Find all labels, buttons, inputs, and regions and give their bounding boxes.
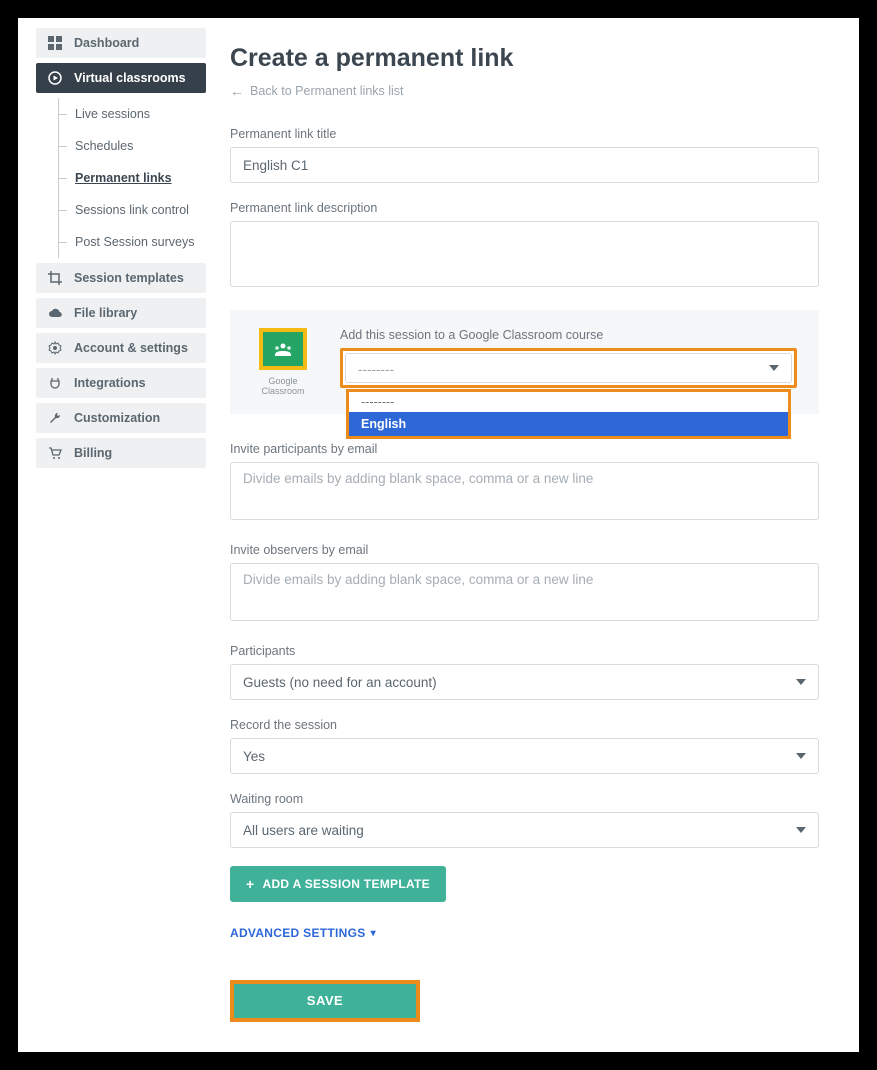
cart-icon	[48, 446, 62, 460]
advanced-settings-label: ADVANCED SETTINGS	[230, 926, 366, 940]
advanced-settings-toggle[interactable]: ADVANCED SETTINGS ▾	[230, 926, 376, 940]
save-button[interactable]: SAVE	[234, 984, 416, 1018]
add-template-label: ADD A SESSION TEMPLATE	[262, 877, 430, 891]
participants-label: Participants	[230, 644, 819, 658]
invite-participants-input[interactable]	[230, 462, 819, 520]
sidebar-item-customization[interactable]: Customization	[36, 403, 206, 433]
sidebar-item-label: Customization	[74, 411, 160, 425]
invite-observers-label: Invite observers by email	[230, 543, 819, 557]
main-content: Create a permanent link ← Back to Perman…	[206, 18, 859, 1052]
google-classroom-icon	[259, 328, 307, 370]
google-classroom-badge: Google Classroom	[248, 328, 318, 396]
subnav-sessions-link-control[interactable]: Sessions link control	[59, 194, 206, 226]
subnav-permanent-links[interactable]: Permanent links	[59, 162, 206, 194]
sidebar-item-billing[interactable]: Billing	[36, 438, 206, 468]
wrench-icon	[48, 411, 62, 425]
gc-course-select[interactable]: --------	[345, 353, 792, 383]
gc-option-blank[interactable]: --------	[349, 392, 788, 412]
gc-select-highlight: -------- -------- English	[340, 348, 797, 388]
sidebar-item-account-settings[interactable]: Account & settings	[36, 333, 206, 363]
gc-option-english[interactable]: English	[349, 412, 788, 436]
subnav-schedules[interactable]: Schedules	[59, 130, 206, 162]
plus-icon: +	[246, 876, 254, 892]
sidebar-item-virtual-classrooms[interactable]: Virtual classrooms	[36, 63, 206, 93]
plug-icon	[48, 376, 62, 390]
invite-observers-input[interactable]	[230, 563, 819, 621]
google-classroom-caption: Google Classroom	[248, 376, 318, 396]
link-desc-input[interactable]	[230, 221, 819, 287]
arrow-left-icon: ←	[230, 83, 244, 99]
record-select[interactable]: Yes	[230, 738, 819, 774]
link-title-input[interactable]	[230, 147, 819, 183]
sidebar-item-label: File library	[74, 306, 137, 320]
sidebar-item-dashboard[interactable]: Dashboard	[36, 28, 206, 58]
cloud-icon	[48, 306, 62, 320]
gc-select-label: Add this session to a Google Classroom c…	[340, 328, 797, 342]
sidebar-item-label: Integrations	[74, 376, 146, 390]
crop-icon	[48, 271, 62, 285]
sidebar-item-label: Virtual classrooms	[74, 71, 186, 85]
invite-participants-label: Invite participants by email	[230, 442, 819, 456]
waiting-room-label: Waiting room	[230, 792, 819, 806]
record-label: Record the session	[230, 718, 819, 732]
sidebar-item-file-library[interactable]: File library	[36, 298, 206, 328]
caret-down-icon: ▾	[371, 928, 376, 939]
sidebar-item-label: Session templates	[74, 271, 184, 285]
sidebar-subnav: Live sessions Schedules Permanent links …	[58, 98, 206, 258]
link-title-label: Permanent link title	[230, 127, 819, 141]
sidebar-item-integrations[interactable]: Integrations	[36, 368, 206, 398]
link-desc-label: Permanent link description	[230, 201, 819, 215]
dashboard-icon	[48, 36, 62, 50]
sidebar-item-label: Billing	[74, 446, 112, 460]
sidebar: Dashboard Virtual classrooms Live sessio…	[18, 18, 206, 1052]
back-link[interactable]: ← Back to Permanent links list	[230, 83, 819, 99]
save-button-highlight: SAVE	[230, 980, 420, 1022]
participants-select[interactable]: Guests (no need for an account)	[230, 664, 819, 700]
play-circle-icon	[48, 71, 62, 85]
gc-dropdown: -------- English	[346, 389, 791, 439]
add-session-template-button[interactable]: + ADD A SESSION TEMPLATE	[230, 866, 446, 902]
gear-icon	[48, 341, 62, 355]
sidebar-item-label: Account & settings	[74, 341, 188, 355]
subnav-post-session-surveys[interactable]: Post Session surveys	[59, 226, 206, 258]
back-link-label: Back to Permanent links list	[250, 84, 404, 98]
page-title: Create a permanent link	[230, 44, 819, 73]
sidebar-item-label: Dashboard	[74, 36, 139, 50]
google-classroom-panel: Google Classroom Add this session to a G…	[230, 310, 819, 414]
waiting-room-select[interactable]: All users are waiting	[230, 812, 819, 848]
subnav-live-sessions[interactable]: Live sessions	[59, 98, 206, 130]
sidebar-item-session-templates[interactable]: Session templates	[36, 263, 206, 293]
